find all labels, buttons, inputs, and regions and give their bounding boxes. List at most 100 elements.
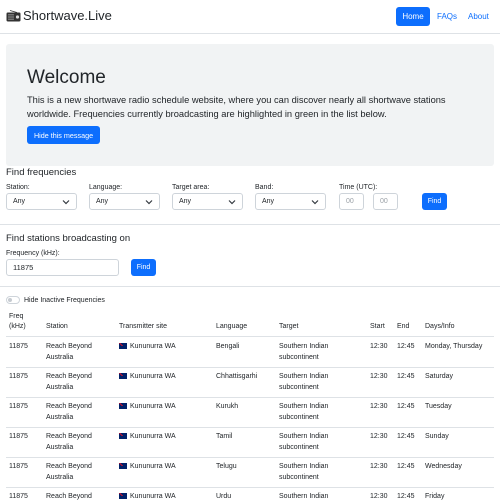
cell-site-text: Kununurra WA (130, 493, 176, 500)
brand-title: Shortwave.Live (23, 8, 112, 23)
cell-language: Chhattisgarhi (216, 373, 258, 380)
australia-flag-icon (119, 343, 127, 349)
cell-site: Kununurra WA (119, 401, 176, 413)
welcome-title: Welcome (27, 67, 106, 88)
cell-target-detail: subcontinent (279, 474, 319, 481)
cell-site-text: Kununurra WA (130, 343, 176, 350)
cell-language: Tamil (216, 433, 233, 440)
cell-freq: 11875 (9, 463, 28, 470)
cell-start: 12:30 (370, 493, 388, 500)
cell-site: Kununurra WA (119, 491, 176, 500)
band-label: Band: (255, 184, 274, 191)
cell-start: 12:30 (370, 373, 388, 380)
time-to-input[interactable]: 00 (373, 193, 398, 210)
australia-flag-icon (119, 433, 127, 439)
cell-language: Bengali (216, 343, 240, 350)
target-area-label: Target area: (172, 184, 210, 191)
cell-days: Saturday (425, 373, 454, 380)
find-frequencies-title: Find frequencies (6, 167, 77, 178)
header-target: Target (279, 323, 299, 330)
divider (0, 224, 500, 225)
find-frequencies-button[interactable]: Find (422, 193, 447, 210)
header-days: Days/Info (425, 323, 455, 330)
hide-inactive-label: Hide Inactive Frequencies (24, 297, 105, 304)
header-site: Transmitter site (119, 323, 167, 330)
cell-end: 12:45 (397, 373, 415, 380)
cell-target-detail: subcontinent (279, 414, 319, 421)
cell-target-detail: subcontinent (279, 384, 319, 391)
station-label: Station: (6, 184, 30, 191)
row-divider (6, 397, 494, 398)
chevron-down-icon (145, 200, 153, 205)
cell-target-detail: subcontinent (279, 444, 319, 451)
cell-target-detail: subcontinent (279, 354, 319, 361)
cell-days: Sunday (425, 433, 449, 440)
header-station: Station (46, 323, 68, 330)
australia-flag-icon (119, 493, 127, 499)
cell-freq: 11875 (9, 373, 28, 380)
cell-language: Urdu (216, 493, 232, 500)
cell-freq: 11875 (9, 403, 28, 410)
cell-days: Wednesday (425, 463, 462, 470)
cell-end: 12:45 (397, 403, 415, 410)
cell-station-country: Australia (46, 414, 74, 421)
time-from-input[interactable]: 00 (339, 193, 364, 210)
nav-about[interactable]: About (468, 7, 489, 26)
language-select[interactable]: Any (89, 193, 160, 210)
cell-site: Kununurra WA (119, 341, 176, 353)
cell-freq: 11875 (9, 493, 28, 500)
australia-flag-icon (119, 403, 127, 409)
cell-freq: 11875 (9, 343, 28, 350)
target-area-select-value: Any (179, 198, 192, 205)
chevron-down-icon (62, 200, 70, 205)
cell-end: 12:45 (397, 463, 415, 470)
cell-site: Kununurra WA (119, 431, 176, 443)
cell-station-country: Australia (46, 444, 74, 451)
chevron-down-icon (311, 200, 319, 205)
cell-freq: 11875 (9, 433, 28, 440)
nav-home[interactable]: Home (396, 7, 430, 26)
header-freq-unit: (kHz) (9, 323, 26, 330)
cell-target: Southern Indian (279, 493, 329, 500)
cell-end: 12:45 (397, 343, 415, 350)
row-divider (6, 367, 494, 368)
divider (0, 286, 500, 287)
cell-station-country: Australia (46, 354, 74, 361)
cell-days: Friday (425, 493, 445, 500)
welcome-panel: Welcome This is a new shortwave radio sc… (6, 44, 494, 166)
station-select-value: Any (13, 198, 26, 205)
cell-start: 12:30 (370, 403, 388, 410)
cell-start: 12:30 (370, 343, 388, 350)
row-divider (6, 427, 494, 428)
cell-station-country: Australia (46, 474, 74, 481)
chevron-down-icon (228, 200, 236, 205)
target-area-select[interactable]: Any (172, 193, 243, 210)
header-end: End (397, 323, 410, 330)
cell-site: Kununurra WA (119, 461, 176, 473)
band-select[interactable]: Any (255, 193, 326, 210)
australia-flag-icon (119, 463, 127, 469)
cell-site: Kununurra WA (119, 371, 176, 383)
radio-icon (6, 10, 21, 22)
language-select-value: Any (96, 198, 109, 205)
hide-inactive-toggle[interactable] (6, 296, 20, 304)
header-language: Language (216, 323, 248, 330)
cell-site-text: Kununurra WA (130, 433, 176, 440)
band-select-value: Any (262, 198, 275, 205)
nav-faqs[interactable]: FAQs (437, 7, 457, 26)
station-select[interactable]: Any (6, 193, 77, 210)
cell-language: Telugu (216, 463, 237, 470)
australia-flag-icon (119, 373, 127, 379)
cell-end: 12:45 (397, 433, 415, 440)
find-stations-button[interactable]: Find (131, 259, 156, 276)
find-stations-title: Find stations broadcasting on (6, 233, 131, 244)
cell-end: 12:45 (397, 493, 415, 500)
hide-message-button[interactable]: Hide this message (27, 126, 100, 144)
header-start: Start (370, 323, 385, 330)
cell-site-text: Kununurra WA (130, 403, 176, 410)
brand-link[interactable]: Shortwave.Live (6, 7, 112, 25)
frequency-input[interactable]: 11875 (6, 259, 119, 276)
cell-site-text: Kununurra WA (130, 373, 176, 380)
table-header-divider (6, 336, 494, 337)
cell-start: 12:30 (370, 463, 388, 470)
